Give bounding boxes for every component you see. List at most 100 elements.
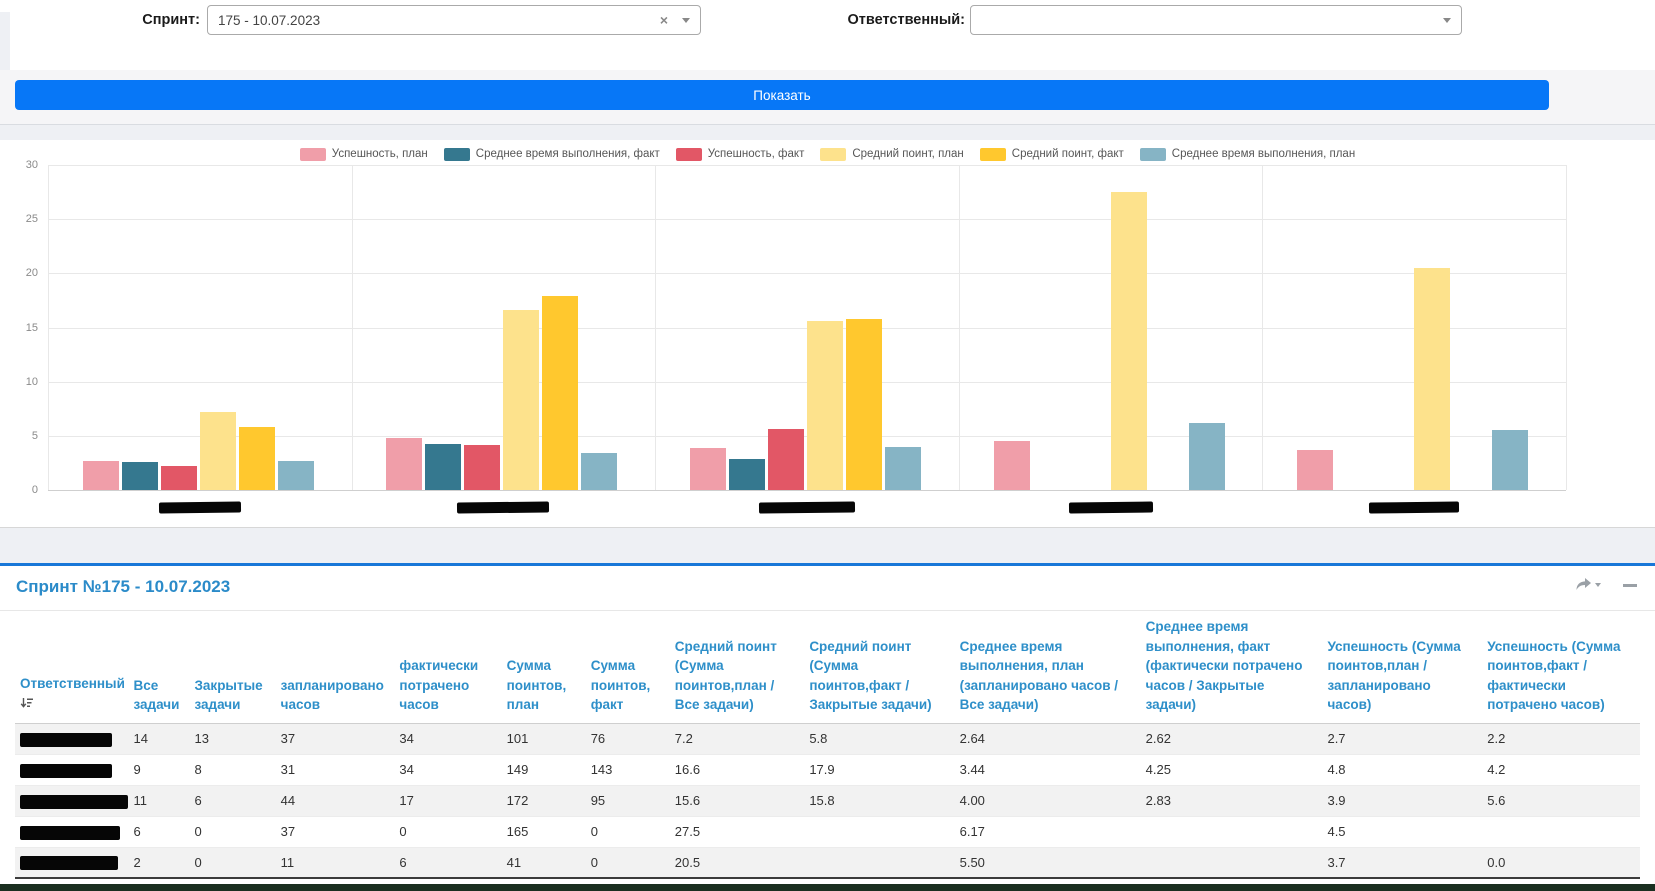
bar-3-series-5 <box>846 319 882 490</box>
responsible-name-redacted <box>15 754 129 785</box>
bar-2-series-6 <box>581 453 617 490</box>
column-header-7[interactable]: Сумма поинтов, факт <box>586 611 670 723</box>
cell-r4-c5: 0 <box>394 816 501 847</box>
bar-4-series-1 <box>994 441 1030 490</box>
sprint-select[interactable]: 175 - 10.07.2023 × <box>207 5 701 35</box>
cell-r5-c4: 11 <box>276 847 395 878</box>
cell-r5-c3: 0 <box>189 847 275 878</box>
cell-r2-c11: 4.25 <box>1141 754 1323 785</box>
dashboard-page: Спринт: 175 - 10.07.2023 × Ответственный… <box>0 0 1655 891</box>
column-header-4[interactable]: запланировано часов <box>276 611 395 723</box>
column-header-5[interactable]: фактически потрачено часов <box>394 611 501 723</box>
sprint-caret-icon[interactable] <box>682 18 690 23</box>
cell-r4-c8: 27.5 <box>670 816 805 847</box>
share-icon[interactable] <box>1575 578 1601 592</box>
sprint-stats-table: ОтветственныйВсе задачиЗакрытые задачиза… <box>15 611 1640 891</box>
cell-r5-c6: 41 <box>502 847 586 878</box>
cell-r3-c5: 17 <box>394 785 501 816</box>
gridline-y25 <box>48 219 1566 220</box>
cell-r3-c8: 15.6 <box>670 785 805 816</box>
sprint-label: Спринт: <box>80 12 200 28</box>
responsible-label: Ответственный: <box>845 12 965 28</box>
column-header-3[interactable]: Закрытые задачи <box>189 611 275 723</box>
cell-r2-c10: 3.44 <box>955 754 1141 785</box>
gridline-y0 <box>48 490 1566 491</box>
bar-2-series-2 <box>425 444 461 490</box>
cell-r3-c12: 3.9 <box>1322 785 1482 816</box>
column-header-13[interactable]: Успешность (Сумма поинтов,факт / фактиче… <box>1482 611 1640 723</box>
column-header-2[interactable]: Все задачи <box>129 611 190 723</box>
cell-r4-c9 <box>804 816 954 847</box>
name-redaction-bar <box>20 795 128 809</box>
cell-r2-c8: 16.6 <box>670 754 805 785</box>
column-header-9[interactable]: Средний поинт (Сумма поинтов,факт / Закр… <box>804 611 954 723</box>
x-axis-label-redacted <box>457 501 549 513</box>
show-button[interactable]: Показать <box>15 80 1549 110</box>
column-header-11[interactable]: Среднее время выполнения, факт (фактичес… <box>1141 611 1323 723</box>
cell-r5-c8: 20.5 <box>670 847 805 878</box>
name-redaction-bar <box>20 826 120 840</box>
cell-r2-c2: 9 <box>129 754 190 785</box>
sort-icon[interactable] <box>20 695 123 715</box>
column-header-6[interactable]: Сумма поинтов, план <box>502 611 586 723</box>
cell-r1-c13: 2.2 <box>1482 723 1640 754</box>
gridline-x <box>48 165 49 490</box>
cell-r1-c10: 2.64 <box>955 723 1141 754</box>
gridline-x <box>959 165 960 490</box>
cell-r2-c9: 17.9 <box>804 754 954 785</box>
responsible-caret-icon[interactable] <box>1443 18 1451 23</box>
responsible-name-redacted <box>15 816 129 847</box>
bar-1-series-5 <box>239 427 275 490</box>
gridline-y20 <box>48 273 1566 274</box>
table-row-4: 60370165027.56.174.5 <box>15 816 1640 847</box>
cell-r2-c5: 34 <box>394 754 501 785</box>
bar-2-series-1 <box>386 438 422 490</box>
cell-r5-c7: 0 <box>586 847 670 878</box>
cell-r1-c11: 2.62 <box>1141 723 1323 754</box>
cell-r4-c7: 0 <box>586 816 670 847</box>
cell-r5-c10: 5.50 <box>955 847 1141 878</box>
cell-r5-c11 <box>1141 847 1323 878</box>
sprint-table-panel: Спринт №175 - 10.07.2023 ОтветственныйВс… <box>0 563 1655 884</box>
column-header-12[interactable]: Успешность (Сумма поинтов,план / заплани… <box>1322 611 1482 723</box>
table-row-5: 2011641020.55.503.70.0 <box>15 847 1640 878</box>
responsible-name-redacted <box>15 785 129 816</box>
cell-r3-c10: 4.00 <box>955 785 1141 816</box>
table-row-3: 11644171729515.615.84.002.833.95.6 <box>15 785 1640 816</box>
button-band: Показать <box>0 70 1655 125</box>
share-caret-icon <box>1595 583 1601 587</box>
cell-r3-c11: 2.83 <box>1141 785 1323 816</box>
cell-r2-c12: 4.8 <box>1322 754 1482 785</box>
sprint-select-value: 175 - 10.07.2023 <box>218 13 320 28</box>
bar-5-series-4 <box>1414 268 1450 490</box>
bar-1-series-3 <box>161 466 197 490</box>
bar-1-series-1 <box>83 461 119 490</box>
collapse-icon[interactable] <box>1623 584 1637 587</box>
responsible-select[interactable] <box>970 5 1462 35</box>
y-axis-label: 0 <box>8 484 38 496</box>
cell-r4-c11 <box>1141 816 1323 847</box>
cell-r2-c4: 31 <box>276 754 395 785</box>
x-axis-label-redacted <box>1369 501 1459 513</box>
column-header-8[interactable]: Средний поинт (Сумма поинтов,план / Все … <box>670 611 805 723</box>
bar-5-series-1 <box>1297 450 1333 490</box>
bar-3-series-6 <box>885 447 921 490</box>
bar-chart: 051015202530 <box>0 140 1655 527</box>
gridline-x <box>1566 165 1567 490</box>
cell-r3-c9: 15.8 <box>804 785 954 816</box>
table-row-2: 98313414914316.617.93.444.254.84.2 <box>15 754 1640 785</box>
cell-r4-c13 <box>1482 816 1640 847</box>
cell-r3-c2: 11 <box>129 785 190 816</box>
column-header-10[interactable]: Среднее время выполнения, план (запланир… <box>955 611 1141 723</box>
chart-panel: Успешность, планСреднее время выполнения… <box>0 140 1655 528</box>
cell-r3-c7: 95 <box>586 785 670 816</box>
cell-r4-c3: 0 <box>189 816 275 847</box>
y-axis-label: 30 <box>8 159 38 171</box>
table-title: Спринт №175 - 10.07.2023 <box>16 577 230 597</box>
responsible-name-redacted <box>15 723 129 754</box>
page-gutter <box>0 12 10 70</box>
bar-1-series-2 <box>122 462 158 490</box>
sprint-clear-icon[interactable]: × <box>660 12 668 28</box>
x-axis-label-redacted <box>159 501 241 513</box>
column-header-1[interactable]: Ответственный <box>15 611 129 723</box>
